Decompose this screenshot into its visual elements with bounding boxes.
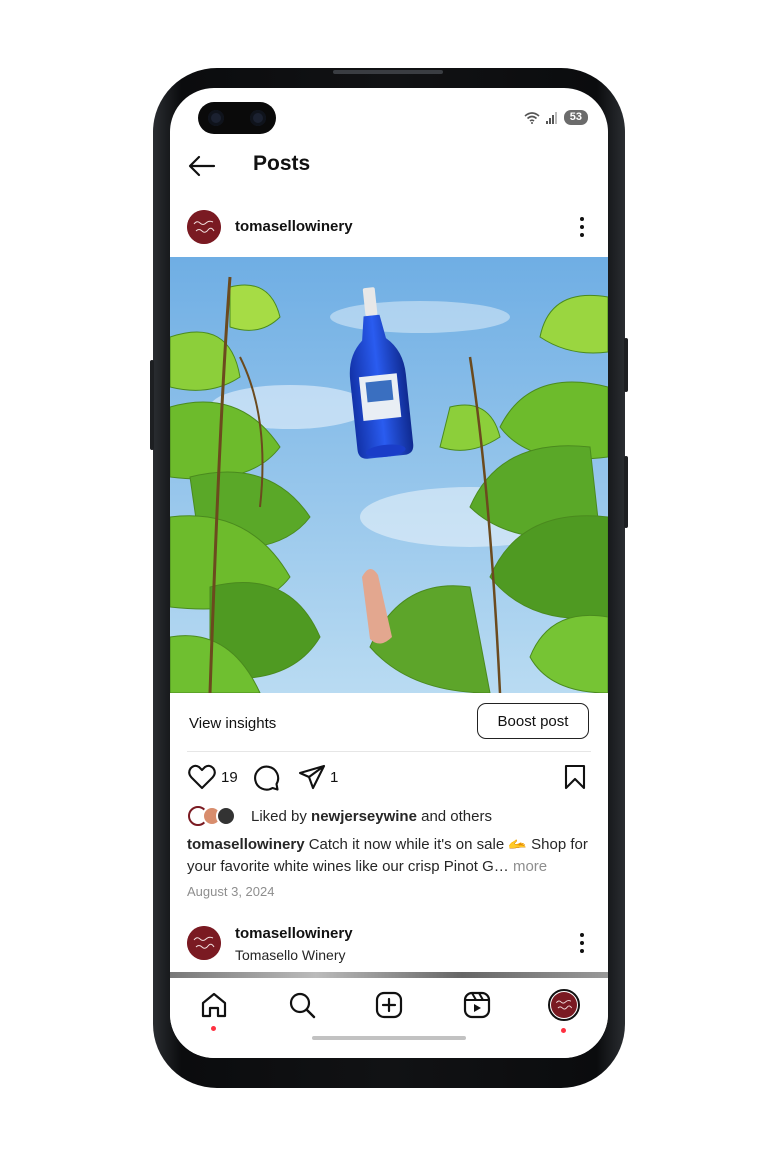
signal-icon (545, 111, 557, 124)
share-icon[interactable] (298, 764, 326, 790)
view-insights-link[interactable]: View insights (189, 715, 276, 732)
more-vertical-icon[interactable] (576, 932, 588, 954)
wine-bottle-vineyard-image (170, 257, 608, 693)
boost-post-button[interactable]: Boost post (477, 703, 589, 739)
volume-button (150, 360, 154, 450)
reels-icon (463, 991, 491, 1019)
liked-by-suffix: and others (416, 808, 492, 825)
speaker-grille (333, 70, 443, 74)
side-button (624, 456, 628, 528)
avatar[interactable] (187, 210, 221, 244)
avatar[interactable] (187, 926, 221, 960)
create-icon (375, 991, 403, 1019)
nav-search[interactable] (282, 988, 322, 1022)
post-date: August 3, 2024 (187, 884, 275, 899)
liked-by-avatars[interactable] (188, 806, 244, 830)
back-arrow-icon[interactable] (188, 155, 216, 177)
winery-logo (187, 926, 221, 960)
notification-dot (561, 1028, 566, 1033)
nav-reels[interactable] (457, 988, 497, 1022)
next-post-username[interactable]: tomasellowinery (235, 925, 353, 942)
nav-home[interactable] (194, 988, 234, 1031)
caption-username[interactable]: tomasellowinery (187, 836, 305, 853)
wifi-icon (524, 111, 540, 124)
screen: 53 Posts tomasellowinery View insights B… (170, 88, 608, 1058)
nav-create[interactable] (369, 988, 409, 1022)
camera-cutout (198, 102, 276, 134)
page-title: Posts (253, 152, 311, 175)
bookmark-icon[interactable] (564, 764, 586, 790)
winery-logo (551, 992, 577, 1018)
front-camera-lens (208, 110, 224, 126)
more-vertical-icon[interactable] (576, 216, 588, 238)
post-caption: tomasellowinery Catch it now while it's … (187, 834, 591, 878)
caption-more-link[interactable]: more (509, 858, 547, 875)
liked-by-prefix: Liked by (251, 808, 312, 825)
divider (187, 751, 591, 752)
bottom-nav (170, 978, 608, 1058)
liked-by-text[interactable]: Liked by newjerseywine and others (251, 808, 492, 825)
winery-logo (187, 210, 221, 244)
status-bar: 53 (524, 110, 588, 125)
next-post-subtitle[interactable]: Tomasello Winery (235, 947, 345, 963)
liked-by-user[interactable]: newjerseywine (311, 808, 417, 825)
nav-profile[interactable] (544, 988, 584, 1033)
power-button (624, 338, 628, 392)
avatar (216, 806, 236, 826)
home-icon (201, 992, 227, 1018)
post-username[interactable]: tomasellowinery (235, 218, 353, 235)
comment-icon[interactable] (252, 764, 280, 792)
notification-dot (211, 1026, 216, 1031)
likes-count[interactable]: 19 (221, 769, 238, 786)
home-indicator[interactable] (312, 1036, 466, 1040)
shares-count[interactable]: 1 (330, 769, 338, 786)
front-camera-lens (250, 110, 266, 126)
search-icon (289, 992, 316, 1019)
profile-icon (548, 989, 580, 1021)
post-photo[interactable] (170, 257, 608, 693)
heart-icon[interactable] (188, 764, 216, 790)
battery-indicator: 53 (563, 110, 588, 125)
